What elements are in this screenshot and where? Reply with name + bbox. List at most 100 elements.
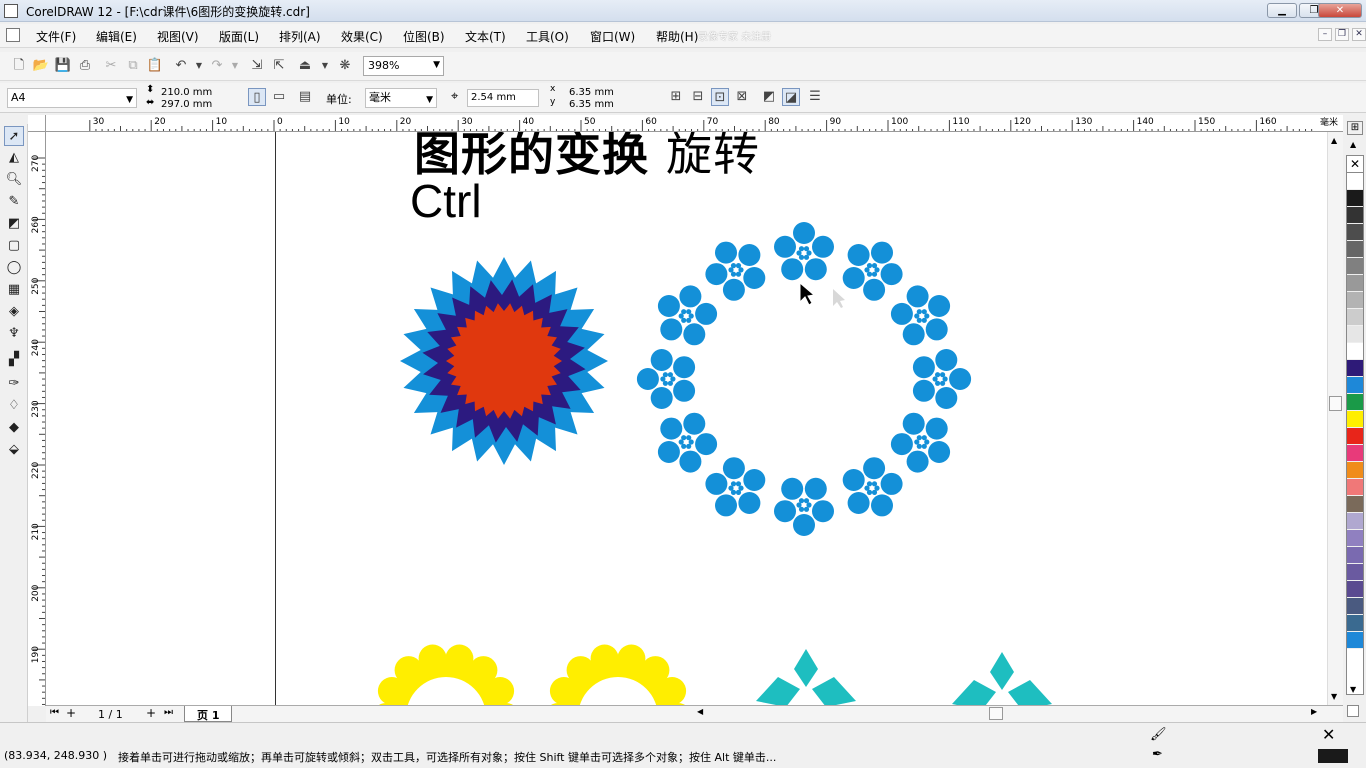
small-flower[interactable]	[890, 412, 951, 473]
scroll-up-icon[interactable]: ▲	[1331, 136, 1337, 145]
small-flower[interactable]	[657, 412, 718, 473]
snap-to-guidelines-icon[interactable]: ⊟	[689, 88, 707, 106]
graph-paper-tool-icon[interactable]: ▦	[4, 280, 24, 300]
last-page-icon[interactable]: ⏭	[164, 707, 173, 718]
freehand-tool-icon[interactable]: ✎	[4, 192, 24, 212]
pick-tool-icon[interactable]: ➚	[4, 126, 24, 146]
yellow-flower-1[interactable]	[372, 644, 520, 707]
menu-help[interactable]: 帮助(H)	[656, 28, 698, 45]
color-swatch[interactable]	[1347, 207, 1363, 224]
eyedropper-tool-icon[interactable]: ✑	[4, 374, 24, 394]
menu-effects[interactable]: 效果(C)	[341, 28, 383, 45]
page-layout-icon[interactable]: ▤	[296, 88, 314, 106]
new-icon[interactable]: 🗋	[10, 57, 28, 75]
text-tool-icon[interactable]: ♆	[4, 324, 24, 344]
vertical-scroll-thumb[interactable]	[1329, 396, 1342, 411]
color-swatch[interactable]	[1347, 326, 1363, 343]
color-swatch[interactable]	[1347, 428, 1363, 445]
small-flower[interactable]	[842, 457, 903, 517]
mdi-close-button[interactable]: ✕	[1352, 28, 1366, 41]
menu-view[interactable]: 视图(V)	[157, 28, 199, 45]
color-swatch[interactable]	[1347, 190, 1363, 207]
palette-expand-icon[interactable]	[1347, 705, 1359, 717]
snap-to-objects-icon[interactable]: ⊡	[711, 88, 729, 106]
zoom-tool-icon[interactable]: 🔍︎	[4, 170, 24, 190]
color-swatch[interactable]	[1347, 258, 1363, 275]
first-page-icon[interactable]: ⏮	[50, 707, 59, 718]
menu-arrange[interactable]: 排列(A)	[279, 28, 321, 45]
close-button[interactable]: ✕	[1318, 3, 1362, 18]
rosette-shape[interactable]	[400, 257, 608, 465]
palette-scroll-up-icon[interactable]: ▲	[1350, 140, 1356, 149]
color-swatch[interactable]	[1347, 615, 1363, 632]
color-swatch[interactable]	[1347, 241, 1363, 258]
color-swatch[interactable]	[1347, 530, 1363, 547]
add-page-before-icon[interactable]: +	[66, 706, 76, 720]
color-swatch[interactable]	[1347, 564, 1363, 581]
snap-to-grid-icon[interactable]: ⊞	[667, 88, 685, 106]
color-swatch[interactable]	[1347, 173, 1363, 190]
color-swatch[interactable]	[1347, 394, 1363, 411]
nudge-distance-field[interactable]: 2.54 mm	[467, 89, 539, 107]
color-swatch[interactable]	[1347, 479, 1363, 496]
small-flower[interactable]	[657, 285, 718, 346]
rectangle-tool-icon[interactable]: ▢	[4, 236, 24, 256]
color-swatch[interactable]	[1347, 513, 1363, 530]
duplicate-y-field[interactable]: 6.35 mm	[566, 97, 650, 113]
add-page-after-icon[interactable]: +	[146, 706, 156, 720]
no-color-swatch[interactable]: ✕	[1347, 156, 1363, 173]
small-flower[interactable]	[890, 285, 951, 346]
color-swatch[interactable]	[1347, 377, 1363, 394]
horizontal-scrollbar[interactable]: ◀ ▶	[689, 706, 1323, 722]
undo-dropdown-icon[interactable]: ▼	[190, 57, 208, 75]
open-icon[interactable]: 📂	[32, 57, 50, 75]
dynamic-guides-icon[interactable]: ⊠	[733, 88, 751, 106]
export-icon[interactable]: ⇱	[270, 57, 288, 75]
color-swatch[interactable]	[1347, 360, 1363, 377]
color-swatch[interactable]	[1347, 496, 1363, 513]
save-icon[interactable]: 💾	[54, 57, 72, 75]
horizontal-ruler[interactable]: 30 20 10 0 10 20 30 40 50 60 70 80 90 100 110 120 130 140…	[46, 115, 1343, 132]
basic-shapes-tool-icon[interactable]: ◈	[4, 302, 24, 322]
color-swatch[interactable]	[1347, 598, 1363, 615]
flower-ring-shape[interactable]	[636, 222, 972, 536]
drawing-canvas[interactable]: 图形的变换 旋转 Ctrl	[46, 132, 1327, 706]
shape-tool-icon[interactable]: ◭	[4, 148, 24, 168]
small-flower[interactable]	[705, 241, 766, 301]
import-icon[interactable]: ⇲	[248, 57, 266, 75]
smart-fill-tool-icon[interactable]: ◩	[4, 214, 24, 234]
color-swatch[interactable]	[1347, 581, 1363, 598]
undo-icon[interactable]: ↶	[172, 57, 190, 75]
teal-diamond-shape-2[interactable]	[952, 652, 1052, 706]
palette-scroll-down-icon[interactable]: ▼	[1350, 685, 1356, 694]
application-launcher-icon[interactable]: ⏏	[296, 57, 314, 75]
zoom-level-select[interactable]: 398% ▼	[363, 56, 444, 76]
teal-diamond-shape-1[interactable]	[756, 649, 856, 706]
corel-online-icon[interactable]: ❋	[336, 57, 354, 75]
color-swatch[interactable]	[1347, 462, 1363, 479]
yellow-flower-2[interactable]	[544, 644, 692, 707]
menu-window[interactable]: 窗口(W)	[590, 28, 635, 45]
scroll-left-icon[interactable]: ◀	[697, 707, 703, 716]
print-icon[interactable]: ⎙	[76, 57, 94, 75]
menu-edit[interactable]: 编辑(E)	[96, 28, 137, 45]
menu-text[interactable]: 文本(T)	[465, 28, 506, 45]
landscape-icon[interactable]: ▭	[270, 88, 288, 106]
small-flower[interactable]	[774, 222, 834, 281]
color-swatch[interactable]	[1347, 309, 1363, 326]
small-flower[interactable]	[774, 477, 834, 536]
treat-as-filled-icon[interactable]: ◩	[760, 88, 778, 106]
color-swatch[interactable]	[1347, 275, 1363, 292]
redo-icon[interactable]: ↷	[208, 57, 226, 75]
minimize-button[interactable]: ▁	[1267, 3, 1297, 18]
small-flower[interactable]	[842, 241, 903, 301]
fill-tool-icon[interactable]: ◆	[4, 418, 24, 438]
small-flower[interactable]	[705, 457, 766, 517]
palette-menu-icon[interactable]: ⊞	[1347, 121, 1363, 135]
small-flower[interactable]	[636, 349, 696, 409]
page-height-field[interactable]: 297.0 mm	[158, 97, 218, 113]
outline-tool-icon[interactable]: ♢	[4, 396, 24, 416]
ruler-origin[interactable]	[28, 115, 46, 132]
scroll-down-icon[interactable]: ▼	[1331, 692, 1337, 701]
horizontal-scroll-thumb[interactable]	[989, 707, 1003, 720]
